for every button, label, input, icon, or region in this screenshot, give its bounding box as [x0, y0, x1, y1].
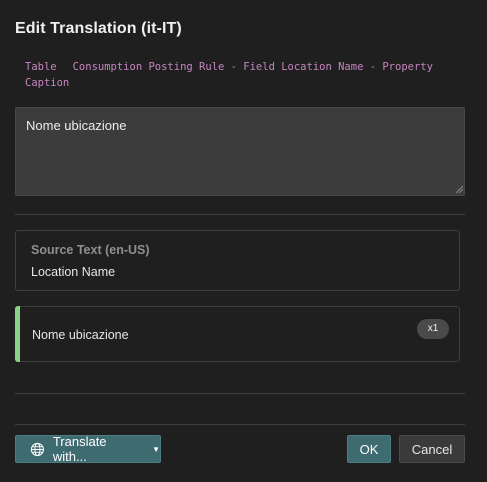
globe-icon: [30, 442, 44, 456]
context-path-line1: Consumption Posting Rule - Field Locatio…: [72, 61, 433, 73]
context-type: Table: [25, 61, 57, 73]
divider-footer: [15, 424, 465, 425]
translate-with-label: Translate with...: [52, 434, 107, 464]
translate-with-button[interactable]: Translate with... ▼: [15, 434, 161, 464]
ok-button[interactable]: OK: [347, 435, 391, 463]
divider-top: [15, 214, 465, 215]
cancel-button[interactable]: Cancel: [399, 435, 465, 463]
divider-middle: [15, 393, 465, 394]
source-text-heading: Source Text (en-US): [31, 243, 150, 257]
resize-grip-icon[interactable]: [455, 185, 464, 194]
translation-textarea[interactable]: Nome ubicazione: [15, 107, 465, 196]
usage-count-badge: x1: [417, 319, 449, 339]
translation-context: Table Consumption Posting Rule - Field Lo…: [25, 59, 465, 91]
caret-down-icon: ▼: [152, 444, 160, 454]
suggestion-accent-bar: [15, 306, 20, 362]
suggestion-text: Nome ubicazione: [32, 328, 129, 342]
source-text-value: Location Name: [31, 265, 116, 279]
edit-translation-dialog: Edit Translation (it-IT) Table Consumptio…: [0, 0, 487, 482]
translation-suggestion[interactable]: Nome ubicazione x1: [15, 306, 460, 362]
dialog-title: Edit Translation (it-IT): [15, 20, 182, 37]
source-text-card: Source Text (en-US) Location Name: [15, 230, 460, 291]
context-path-line2: Caption: [25, 77, 70, 89]
